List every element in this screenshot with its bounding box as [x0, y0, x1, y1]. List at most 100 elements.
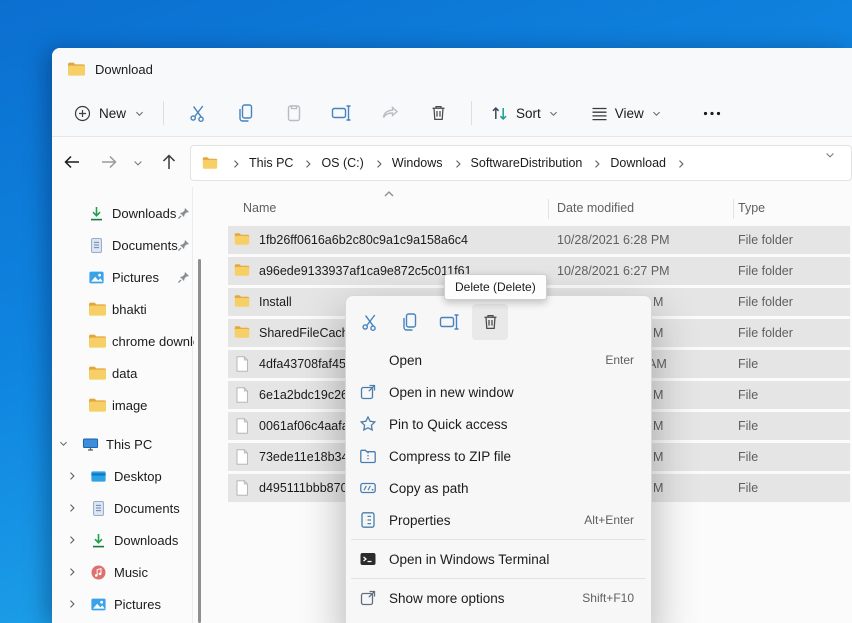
star-icon	[359, 415, 377, 433]
context-menu-item-label: Open in new window	[389, 385, 647, 400]
rename-button[interactable]	[324, 95, 360, 131]
navigation-bar: This PC OS (C:) Windows SoftwareDistributio…	[52, 137, 852, 187]
sidebar-item-downloads[interactable]: Downloads	[52, 197, 202, 229]
sidebar-item-chrome-downlo[interactable]: chrome downlo	[52, 325, 202, 357]
titlebar: Download	[52, 48, 852, 90]
breadcrumb-item[interactable]: Download	[608, 153, 668, 173]
context-menu-item-label: Copy as path	[389, 481, 647, 496]
folder-icon	[88, 301, 105, 318]
column-separator[interactable]	[733, 199, 734, 219]
sidebar-item-bhakti[interactable]: bhakti	[52, 293, 202, 325]
file-type: File	[738, 388, 758, 402]
address-dropdown-chevron-icon[interactable]	[824, 149, 836, 161]
sidebar-item-music[interactable]: Music	[52, 556, 202, 588]
file-icon	[234, 418, 250, 434]
share-icon	[380, 104, 400, 122]
file-type: File folder	[738, 233, 793, 247]
file-date: 10/28/2021 6:28 PM	[557, 233, 670, 247]
sidebar-item-documents[interactable]: Documents	[52, 492, 202, 524]
view-button-label: View	[615, 106, 644, 121]
pin-icon	[177, 239, 190, 252]
address-bar[interactable]: This PC OS (C:) Windows SoftwareDistributio…	[190, 145, 852, 181]
pane-separator	[192, 187, 193, 623]
context-delete-button[interactable]	[472, 304, 508, 340]
sidebar-item-downloads[interactable]: Downloads	[52, 524, 202, 556]
sidebar-scrollbar[interactable]	[198, 259, 201, 623]
up-button[interactable]	[155, 148, 183, 176]
cut-button[interactable]	[180, 95, 216, 131]
delete-button[interactable]	[420, 95, 456, 131]
sidebar-item-label: Music	[114, 565, 194, 580]
file-icon	[234, 480, 250, 496]
file-name: 1fb26ff0616a6b2c80c9a1c9a158a6c4	[259, 233, 468, 247]
context-menu-item-copy-as-path[interactable]: Copy as path	[350, 472, 647, 504]
context-cut-button[interactable]	[352, 304, 388, 340]
chevron-right-icon[interactable]	[66, 534, 78, 546]
folder-icon	[67, 61, 86, 77]
new-button[interactable]: New	[64, 96, 155, 130]
context-menu-separator	[351, 578, 646, 579]
folder-icon	[234, 294, 250, 310]
chevron-down-icon[interactable]	[58, 438, 70, 450]
breadcrumb-item[interactable]: This PC	[247, 153, 295, 173]
column-header-date-modified[interactable]: Date modified	[557, 201, 634, 215]
more-icon	[359, 589, 377, 607]
chevron-right-icon[interactable]	[66, 598, 78, 610]
breadcrumb-item[interactable]: OS (C:)	[319, 153, 365, 173]
breadcrumb-separator-icon	[591, 158, 601, 168]
context-menu-item-open-in-windows-terminal[interactable]: Open in Windows Terminal	[350, 543, 647, 575]
breadcrumb-item[interactable]: Windows	[390, 153, 445, 173]
sidebar-item-desktop[interactable]: Desktop	[52, 460, 202, 492]
breadcrumb-separator-icon	[302, 158, 312, 168]
sidebar-item-image[interactable]: image	[52, 389, 202, 421]
pin-icon	[177, 271, 190, 284]
monitor-icon	[82, 436, 99, 453]
column-header-type[interactable]: Type	[738, 201, 765, 215]
see-more-button[interactable]	[694, 95, 730, 131]
context-menu-item-properties[interactable]: PropertiesAlt+Enter	[350, 504, 647, 536]
context-menu-item-label: Open in Windows Terminal	[389, 552, 647, 567]
sidebar-item-documents[interactable]: Documents	[52, 229, 202, 261]
forward-button[interactable]	[95, 148, 123, 176]
column-header-name[interactable]: Name	[243, 201, 276, 215]
context-menu-item-compress-to-zip-file[interactable]: Compress to ZIP file	[350, 440, 647, 472]
path-icon	[359, 479, 377, 497]
context-menu-item-open-in-new-window[interactable]: Open in new window	[350, 376, 647, 408]
chevron-right-icon[interactable]	[66, 470, 78, 482]
copy-button[interactable]	[228, 95, 264, 131]
context-menu-shortcut: Alt+Enter	[584, 513, 634, 527]
open-new-icon	[359, 383, 377, 401]
chevron-right-icon[interactable]	[66, 502, 78, 514]
paste-button	[276, 95, 312, 131]
folder-icon	[88, 365, 105, 382]
sidebar-item-pictures[interactable]: Pictures	[52, 261, 202, 293]
ellipsis-icon	[703, 111, 721, 116]
sidebar-item-label: Downloads	[114, 533, 194, 548]
breadcrumb-separator-icon	[373, 158, 383, 168]
recent-locations-button[interactable]	[123, 148, 151, 176]
sort-button[interactable]: Sort	[480, 96, 569, 130]
sort-button-label: Sort	[516, 106, 541, 121]
toolbar-divider	[163, 101, 164, 125]
column-separator[interactable]	[548, 199, 549, 219]
context-rename-button[interactable]	[432, 304, 468, 340]
breadcrumb-item[interactable]: SoftwareDistribution	[469, 153, 585, 173]
sidebar-item-label: Pictures	[114, 597, 194, 612]
sidebar-item-data[interactable]: data	[52, 357, 202, 389]
sidebar-item-label: Desktop	[114, 469, 194, 484]
back-button[interactable]	[58, 148, 86, 176]
document-icon	[90, 500, 107, 517]
file-date-partial: M	[653, 419, 663, 433]
sidebar-item-pictures[interactable]: Pictures	[52, 588, 202, 620]
context-copy-button[interactable]	[392, 304, 428, 340]
sidebar-item-this-pc[interactable]: This PC	[52, 428, 202, 460]
file-date-partial: M	[653, 450, 663, 464]
file-type: File folder	[738, 264, 793, 278]
chevron-right-icon[interactable]	[66, 566, 78, 578]
file-row[interactable]: 1fb26ff0616a6b2c80c9a1c9a158a6c4 10/28/20…	[228, 226, 850, 254]
context-menu-item-show-more-options[interactable]: Show more optionsShift+F10	[350, 582, 647, 614]
terminal-icon	[359, 550, 377, 568]
context-menu-item-pin-to-quick-access[interactable]: Pin to Quick access	[350, 408, 647, 440]
context-menu-item-open[interactable]: OpenEnter	[350, 344, 647, 376]
view-button[interactable]: View	[581, 96, 672, 130]
